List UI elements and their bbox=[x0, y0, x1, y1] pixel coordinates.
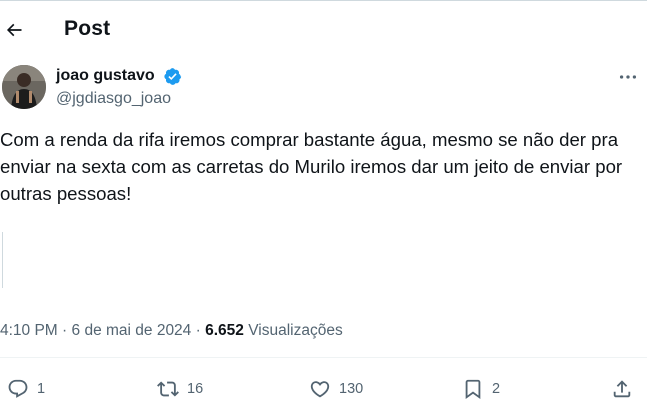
verified-badge-icon bbox=[164, 68, 182, 85]
post-text: Com a renda da rifa iremos comprar basta… bbox=[0, 129, 623, 204]
meta-separator: · bbox=[57, 322, 72, 339]
heart-icon bbox=[310, 381, 330, 398]
like-count: 130 bbox=[339, 381, 364, 397]
author-handle[interactable]: @jgdiasgo_joao bbox=[56, 90, 171, 108]
views-count: 6.652 bbox=[205, 322, 244, 339]
repost-count: 16 bbox=[187, 381, 204, 397]
reply-icon bbox=[8, 379, 28, 398]
share-button[interactable] bbox=[611, 377, 633, 401]
media-placeholder bbox=[2, 232, 3, 288]
post-meta: 4:10 PM · 6 de mai de 2024 · 6.652 Visua… bbox=[0, 322, 343, 340]
author-name[interactable]: joao gustavo bbox=[56, 67, 155, 85]
post-header: Post bbox=[0, 0, 647, 58]
repost-icon bbox=[157, 381, 179, 397]
views-label: Visualizações bbox=[248, 322, 343, 339]
reply-count: 1 bbox=[37, 381, 46, 397]
post-time[interactable]: 4:10 PM bbox=[0, 322, 58, 339]
bookmark-icon bbox=[465, 379, 481, 400]
reply-button[interactable]: 1 bbox=[7, 377, 45, 401]
like-button[interactable]: 130 bbox=[309, 377, 363, 401]
meta-separator: · bbox=[191, 322, 206, 339]
arrow-left-icon[interactable] bbox=[4, 20, 24, 40]
page-title: Post bbox=[64, 17, 111, 40]
more-options-icon[interactable] bbox=[617, 66, 639, 88]
post-date[interactable]: 6 de mai de 2024 bbox=[72, 322, 192, 339]
divider bbox=[0, 357, 647, 358]
avatar[interactable] bbox=[2, 65, 46, 109]
repost-button[interactable]: 16 bbox=[157, 377, 203, 401]
avatar-image bbox=[2, 65, 46, 109]
share-icon bbox=[613, 380, 631, 398]
bookmark-count: 2 bbox=[492, 381, 501, 397]
bookmark-button[interactable]: 2 bbox=[462, 377, 500, 401]
